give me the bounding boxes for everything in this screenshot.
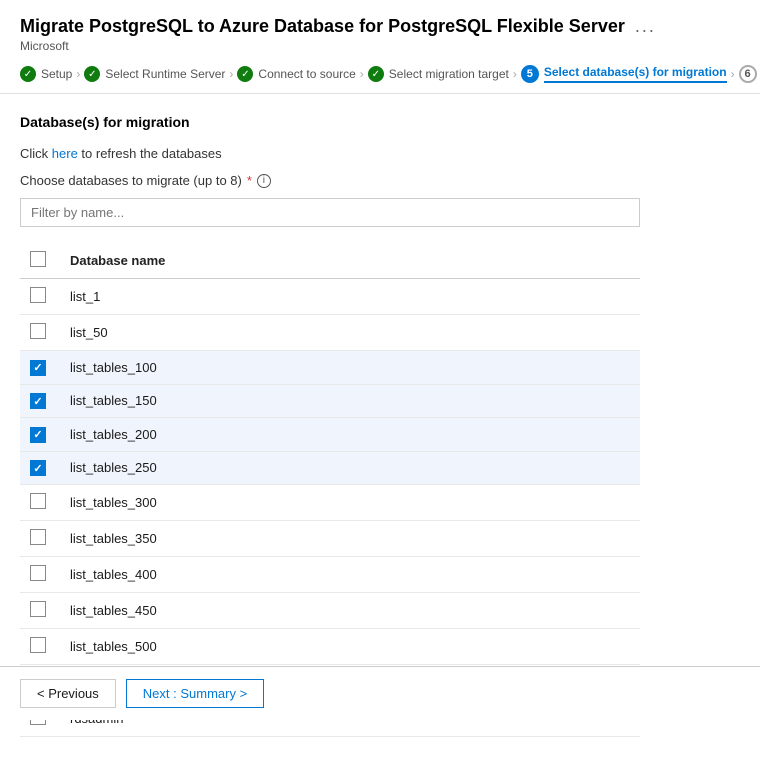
table-row: list_tables_300 [20,485,640,521]
page-title: Migrate PostgreSQL to Azure Database for… [20,16,740,37]
choose-text: Choose databases to migrate (up to 8) * … [20,173,740,188]
previous-button[interactable]: < Previous [20,679,116,708]
table-row: list_tables_450 [20,593,640,629]
db-checkbox-list_tables_450[interactable] [30,601,46,617]
page-subtitle: Microsoft [20,39,740,53]
db-checkbox-list_tables_300[interactable] [30,493,46,509]
db-name-cell: list_tables_300 [60,485,640,521]
db-name-cell: list_tables_400 [60,557,640,593]
step-runtime-label: Select Runtime Server [105,67,225,81]
header-checkbox-cell [20,243,60,279]
db-checkbox-cell [20,557,60,593]
page-title-text: Migrate PostgreSQL to Azure Database for… [20,16,625,37]
select-all-checkbox[interactable] [30,251,46,267]
steps-bar: Setup › Select Runtime Server › Connect … [0,53,760,94]
info-icon[interactable]: i [257,174,271,188]
step-select-db-number-icon: 5 [521,65,539,83]
db-name-cell: list_50 [60,315,640,351]
next-button[interactable]: Next : Summary > [126,679,264,708]
table-row: list_tables_500 [20,629,640,665]
step-sep-4: › [513,67,517,81]
refresh-text: Click here to refresh the databases [20,146,740,161]
db-checkbox-list_tables_250[interactable] [30,460,46,476]
table-row: list_tables_400 [20,557,640,593]
db-name-cell: list_tables_350 [60,521,640,557]
step-summary[interactable]: 6 Summary [739,65,760,83]
refresh-text-before: Click [20,146,52,161]
db-checkbox-list_50[interactable] [30,323,46,339]
table-header: Database name [20,243,640,279]
step-sep-2: › [229,67,233,81]
db-checkbox-cell [20,279,60,315]
step-migration-target[interactable]: Select migration target [368,66,509,82]
db-checkbox-cell [20,485,60,521]
step-connect-check-icon [237,66,253,82]
header-db-name: Database name [60,243,640,279]
db-checkbox-list_tables_100[interactable] [30,360,46,376]
refresh-link[interactable]: here [52,146,78,161]
step-runtime[interactable]: Select Runtime Server [84,66,225,82]
db-checkbox-cell [20,451,60,485]
table-row: list_tables_250 [20,451,640,485]
step-sep-1: › [76,67,80,81]
db-name-cell: list_tables_500 [60,629,640,665]
step-summary-number-icon: 6 [739,65,757,83]
db-checkbox-cell [20,593,60,629]
table-row: list_50 [20,315,640,351]
db-name-cell: list_tables_150 [60,384,640,418]
section-title: Database(s) for migration [20,114,740,130]
step-select-db-label: Select database(s) for migration [544,65,727,83]
db-name-cell: list_1 [60,279,640,315]
step-runtime-check-icon [84,66,100,82]
db-checkbox-cell [20,629,60,665]
step-migration-target-label: Select migration target [389,67,509,81]
db-checkbox-cell [20,384,60,418]
db-checkbox-cell [20,315,60,351]
step-setup[interactable]: Setup [20,66,72,82]
step-sep-5: › [731,67,735,81]
step-select-db[interactable]: 5 Select database(s) for migration [521,65,727,83]
step-sep-3: › [360,67,364,81]
main-content: Database(s) for migration Click here to … [0,94,760,757]
step-migration-target-check-icon [368,66,384,82]
db-checkbox-cell [20,351,60,385]
db-checkbox-list_1[interactable] [30,287,46,303]
table-row: list_1 [20,279,640,315]
filter-input[interactable] [20,198,640,227]
choose-label: Choose databases to migrate (up to 8) [20,173,242,188]
step-connect-label: Connect to source [258,67,355,81]
database-table: Database name list_1list_50list_tables_1… [20,243,640,737]
step-connect[interactable]: Connect to source [237,66,355,82]
table-row: list_tables_350 [20,521,640,557]
required-star: * [247,173,252,188]
db-name-cell: list_tables_100 [60,351,640,385]
table-row: list_tables_100 [20,351,640,385]
footer: < Previous Next : Summary > [0,666,760,720]
table-row: list_tables_200 [20,418,640,452]
db-checkbox-cell [20,418,60,452]
db-checkbox-cell [20,521,60,557]
db-checkbox-list_tables_150[interactable] [30,393,46,409]
title-ellipsis: ... [635,16,656,37]
db-checkbox-list_tables_350[interactable] [30,529,46,545]
db-checkbox-list_tables_400[interactable] [30,565,46,581]
step-setup-check-icon [20,66,36,82]
db-checkbox-list_tables_500[interactable] [30,637,46,653]
page-header: Migrate PostgreSQL to Azure Database for… [0,0,760,53]
table-row: list_tables_150 [20,384,640,418]
db-name-cell: list_tables_200 [60,418,640,452]
db-checkbox-list_tables_200[interactable] [30,427,46,443]
db-name-cell: list_tables_450 [60,593,640,629]
refresh-text-after: to refresh the databases [78,146,222,161]
step-setup-label: Setup [41,67,72,81]
db-name-cell: list_tables_250 [60,451,640,485]
